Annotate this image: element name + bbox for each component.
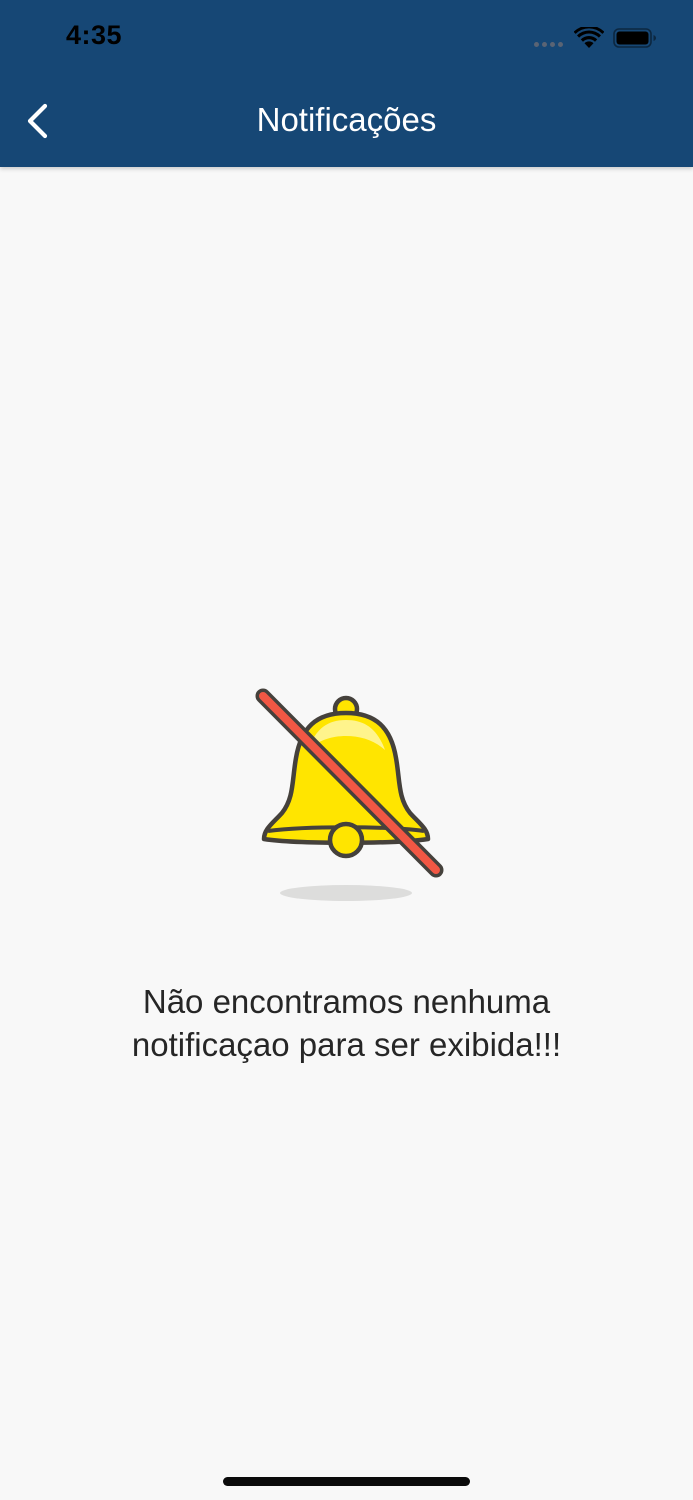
status-time: 4:35 [66, 20, 123, 50]
empty-state-line-1: Não encontramos nenhuma [142, 983, 551, 1020]
empty-state-message: Não encontramos nenhuma notificaçao para… [40, 980, 653, 1066]
empty-state-line-2: notificaçao para ser exibida!!! [131, 1026, 562, 1063]
page-title: Notificações [256, 101, 437, 138]
bell-muted-icon [255, 688, 444, 901]
cellular-signal-icon [534, 42, 566, 48]
battery-icon [613, 28, 656, 48]
app-header: 4:35 Notificações [0, 0, 693, 167]
wifi-icon [574, 27, 604, 48]
home-indicator[interactable] [223, 1477, 470, 1486]
